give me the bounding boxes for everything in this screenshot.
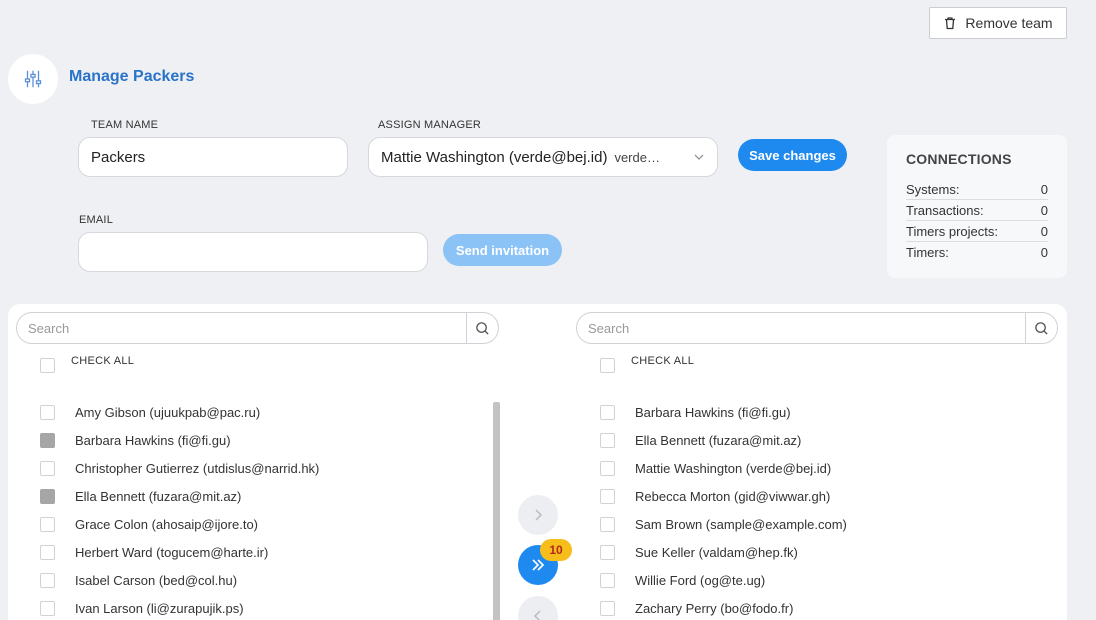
trash-icon [945,17,956,30]
search-icon[interactable] [466,313,498,343]
connections-row-label: Timers: [906,245,949,260]
right-search-input[interactable]: Search [577,321,1025,336]
list-item[interactable]: Ivan Larson (li@zurapujik.ps) [40,594,319,620]
connections-row-label: Systems: [906,181,960,197]
remove-team-button[interactable]: Remove team [929,7,1067,39]
checkbox[interactable] [600,460,615,476]
move-all-count-badge: 10 [540,539,572,561]
left-member-list: Amy Gibson (ujuukpab@pac.ru) Barbara Hawk… [40,398,319,620]
checkbox[interactable] [600,404,615,420]
list-item-label: Sam Brown (sample@example.com) [635,516,847,532]
search-icon[interactable] [1025,313,1057,343]
left-list-scrollbar[interactable] [493,402,500,620]
list-item-label: Mattie Washington (verde@bej.id) [635,460,832,476]
checkbox[interactable] [40,600,55,616]
list-item[interactable]: Barbara Hawkins (fi@fi.gu) [40,426,319,454]
list-item[interactable]: Herbert Ward (togucem@harte.ir) [40,538,319,566]
connections-row: Timers projects: 0 [906,221,1048,242]
list-item[interactable]: Mattie Washington (verde@bej.id) [600,454,847,482]
list-item[interactable]: Ella Bennett (fuzara@mit.az) [600,426,847,454]
list-item[interactable]: Rebecca Morton (gid@viwwar.gh) [600,482,847,510]
list-item[interactable]: Barbara Hawkins (fi@fi.gu) [600,398,847,426]
checkbox[interactable] [40,572,55,588]
chevron-left-icon [533,610,541,620]
checkbox[interactable] [40,460,55,476]
team-name-input[interactable]: Packers [78,137,348,177]
manager-selected-sub: verde@bej.id [614,149,672,165]
list-item-label: Zachary Perry (bo@fodo.fr) [635,600,794,616]
connections-row-value: 0 [1040,245,1048,260]
list-item-label: Ella Bennett (fuzara@mit.az) [635,432,802,448]
checkbox[interactable] [600,600,615,616]
list-item[interactable]: Sam Brown (sample@example.com) [600,510,847,538]
connections-row-value: 0 [1040,223,1048,239]
settings-sliders-icon [8,54,58,104]
list-item[interactable]: Sue Keller (valdam@hep.fk) [600,538,847,566]
connections-row-value: 0 [1040,202,1048,218]
connections-title: CONNECTIONS [906,151,1012,167]
checkbox[interactable] [600,432,615,448]
list-item-label: Isabel Carson (bed@col.hu) [75,572,238,588]
chevron-down-icon [694,154,704,160]
checkbox[interactable] [40,358,55,373]
list-item[interactable]: Grace Colon (ahosaip@ijore.to) [40,510,319,538]
list-item[interactable]: Amy Gibson (ujuukpab@pac.ru) [40,398,319,426]
email-label: EMAIL [79,214,114,226]
double-chevron-right-icon [532,559,545,571]
list-item-label: Amy Gibson (ujuukpab@pac.ru) [75,404,261,420]
list-item[interactable]: Christopher Gutierrez (utdislus@narrid.h… [40,454,319,482]
page-title: Manage Packers [69,68,195,85]
connections-row: Transactions: 0 [906,200,1048,221]
connections-row: Timers: 0 [906,242,1048,263]
list-item-label: Ella Bennett (fuzara@mit.az) [75,488,242,504]
connections-row-label: Timers projects: [906,223,998,239]
right-search[interactable]: Search [576,312,1058,344]
connections-panel: CONNECTIONS Systems: 0 Transactions: 0 T… [887,135,1067,278]
assign-manager-label: ASSIGN MANAGER [378,119,482,131]
email-input[interactable] [78,232,428,272]
checkbox[interactable] [600,572,615,588]
checkbox[interactable] [40,516,55,532]
checkbox[interactable] [40,544,55,560]
list-item-label: Ivan Larson (li@zurapujik.ps) [75,600,244,616]
list-item-label: Grace Colon (ahosaip@ijore.to) [75,516,259,532]
checkbox[interactable] [600,516,615,532]
left-check-all[interactable]: CHECK ALL [40,355,134,373]
list-item[interactable]: Isabel Carson (bed@col.hu) [40,566,319,594]
right-check-all[interactable]: CHECK ALL [600,355,694,373]
list-item-label: Herbert Ward (togucem@harte.ir) [75,544,269,560]
connections-row-value: 0 [1040,181,1048,197]
list-item[interactable]: Zachary Perry (bo@fodo.fr) [600,594,847,620]
checkbox[interactable] [600,358,615,373]
list-item[interactable]: Willie Ford (og@te.ug) [600,566,847,594]
send-invitation-button[interactable]: Send invitation [443,234,562,266]
manager-selected-value: Mattie Washington (verde@bej.id) [381,148,608,166]
left-check-all-label: CHECK ALL [71,355,135,367]
checkbox[interactable] [40,404,55,420]
list-item[interactable]: Ella Bennett (fuzara@mit.az) [40,482,319,510]
right-member-list: Barbara Hawkins (fi@fi.gu) Ella Bennett (… [600,398,847,620]
checkbox[interactable] [40,432,55,448]
list-item-label: Sue Keller (valdam@hep.fk) [635,544,798,560]
checkbox[interactable] [40,488,55,504]
left-search-input[interactable]: Search [17,321,466,336]
list-item-label: Barbara Hawkins (fi@fi.gu) [635,404,791,420]
checkbox[interactable] [600,544,615,560]
remove-team-label: Remove team [965,15,1053,31]
list-item-label: Rebecca Morton (gid@viwwar.gh) [635,488,831,504]
chevron-right-icon [535,509,543,521]
connections-row-label: Transactions: [906,202,984,218]
list-item-label: Barbara Hawkins (fi@fi.gu) [75,432,231,448]
manager-select[interactable]: Mattie Washington (verde@bej.id) verde@b… [368,137,718,177]
left-search[interactable]: Search [16,312,499,344]
move-right-button[interactable] [518,495,558,535]
save-changes-button[interactable]: Save changes [738,139,847,171]
right-check-all-label: CHECK ALL [631,355,695,367]
checkbox[interactable] [600,488,615,504]
list-item-label: Christopher Gutierrez (utdislus@narrid.h… [75,460,320,476]
team-name-label: TEAM NAME [91,119,159,131]
list-item-label: Willie Ford (og@te.ug) [635,572,766,588]
connections-row: Systems: 0 [906,179,1048,200]
